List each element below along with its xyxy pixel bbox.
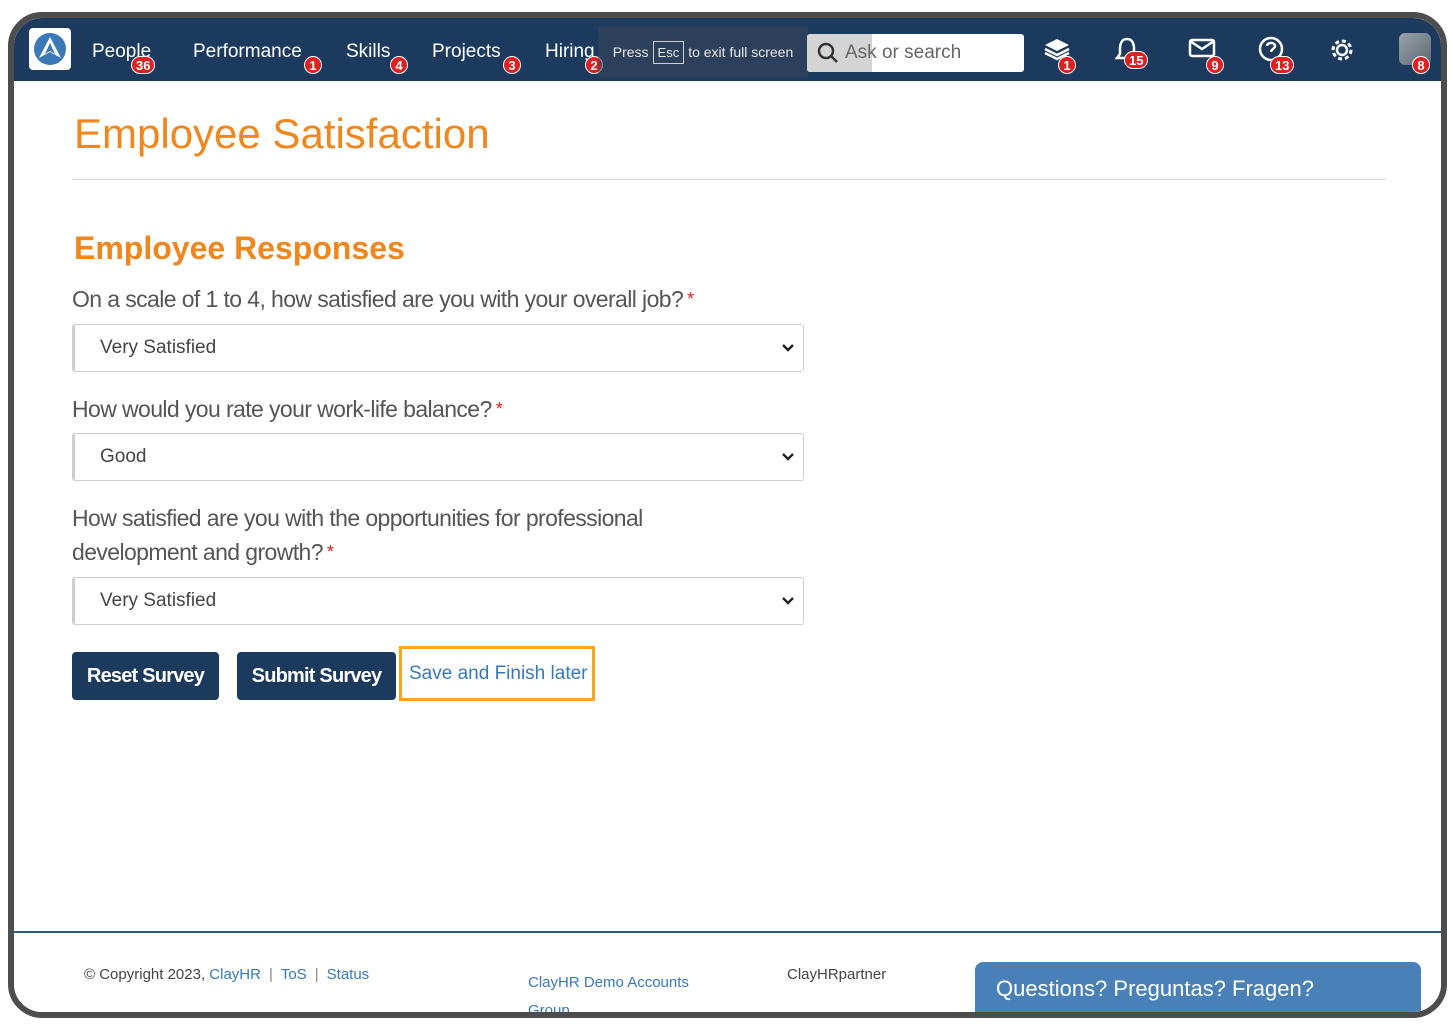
nav-skills-badge: 4	[390, 56, 408, 74]
fullscreen-hint-key: Esc	[652, 40, 685, 64]
overall-job-select[interactable]: Very Satisfied	[72, 324, 804, 372]
professional-development-select[interactable]: Very Satisfied	[72, 577, 804, 625]
chevron-down-icon	[782, 597, 794, 605]
chevron-down-icon	[782, 344, 794, 352]
copyright-text: © Copyright 2023,	[84, 966, 206, 983]
gear-icon	[1331, 39, 1353, 61]
footer-partner: ClayHRpartner	[787, 966, 887, 983]
question-text: How would you rate your work-life balanc…	[72, 396, 492, 422]
device-frame: People 36 Performance 1 Skills 4 Project…	[8, 12, 1447, 1018]
section-title: Employee Responses	[74, 230, 405, 266]
tos-link[interactable]: ToS	[281, 966, 307, 983]
group-link-line1[interactable]: ClayHR Demo Accounts	[528, 969, 689, 997]
required-mark: *	[495, 399, 503, 419]
fullscreen-hint-pre: Press	[612, 44, 649, 60]
logo-icon	[34, 33, 66, 65]
selected-value: Very Satisfied	[100, 337, 217, 358]
learning-badge: 1	[1058, 56, 1076, 74]
separator: |	[268, 966, 273, 983]
search-icon	[817, 42, 838, 63]
question-overall-job: On a scale of 1 to 4, how satisfied are …	[72, 282, 772, 316]
question-text: On a scale of 1 to 4, how satisfied are …	[72, 286, 684, 312]
top-navigation-bar: People 36 Performance 1 Skills 4 Project…	[14, 18, 1441, 81]
help-chat-tab[interactable]: Questions? Preguntas? Fragen?	[975, 962, 1421, 1012]
question-text-line2: development and growth?	[72, 539, 323, 565]
fullscreen-exit-hint: Press Esc to exit full screen	[598, 26, 808, 78]
question-professional-development: How satisfied are you with the opportuni…	[72, 501, 772, 569]
group-link-line2[interactable]: Group	[528, 997, 689, 1012]
nav-projects[interactable]: Projects	[432, 41, 501, 63]
settings-button[interactable]	[1328, 36, 1362, 70]
nav-skills[interactable]: Skills	[346, 41, 390, 63]
submit-survey-button[interactable]: Submit Survey	[237, 652, 396, 700]
selected-value: Very Satisfied	[100, 590, 217, 611]
status-link[interactable]: Status	[327, 966, 370, 983]
title-divider	[72, 179, 1386, 180]
clayhr-logo[interactable]	[29, 28, 71, 70]
required-mark: *	[326, 542, 334, 562]
save-and-finish-later-link[interactable]: Save and Finish later	[399, 646, 595, 701]
work-life-balance-select[interactable]: Good	[72, 433, 804, 481]
footer-group: ClayHR Demo Accounts Group	[528, 969, 689, 1012]
question-text-line1: How satisfied are you with the opportuni…	[72, 505, 643, 531]
messages-badge: 9	[1206, 56, 1224, 74]
nav-skills-label: Skills	[346, 41, 391, 62]
search-input[interactable]	[845, 42, 1015, 64]
screen: People 36 Performance 1 Skills 4 Project…	[14, 18, 1441, 1012]
chevron-down-icon	[782, 453, 794, 461]
nav-performance[interactable]: Performance	[193, 41, 302, 63]
footer-divider	[14, 931, 1441, 933]
nav-projects-badge: 3	[503, 56, 521, 74]
avatar-badge: 8	[1412, 56, 1430, 74]
reset-survey-button[interactable]: Reset Survey	[72, 652, 219, 700]
help-badge: 13	[1270, 56, 1295, 74]
nav-projects-label: Projects	[432, 41, 501, 62]
page-title: Employee Satisfaction	[74, 110, 490, 157]
nav-performance-badge: 1	[304, 56, 322, 74]
clayhr-link[interactable]: ClayHR	[209, 966, 261, 983]
search-box[interactable]	[807, 34, 1024, 72]
nav-people-badge: 36	[131, 56, 156, 74]
notifications-badge: 15	[1124, 51, 1149, 69]
nav-performance-label: Performance	[193, 41, 302, 62]
separator: |	[314, 966, 319, 983]
footer-copyright: © Copyright 2023, ClayHR | ToS | Status	[84, 966, 369, 983]
required-mark: *	[687, 289, 694, 309]
selected-value: Good	[100, 446, 147, 467]
fullscreen-hint-post: to exit full screen	[688, 44, 794, 60]
question-work-life-balance: How would you rate your work-life balanc…	[72, 392, 772, 426]
